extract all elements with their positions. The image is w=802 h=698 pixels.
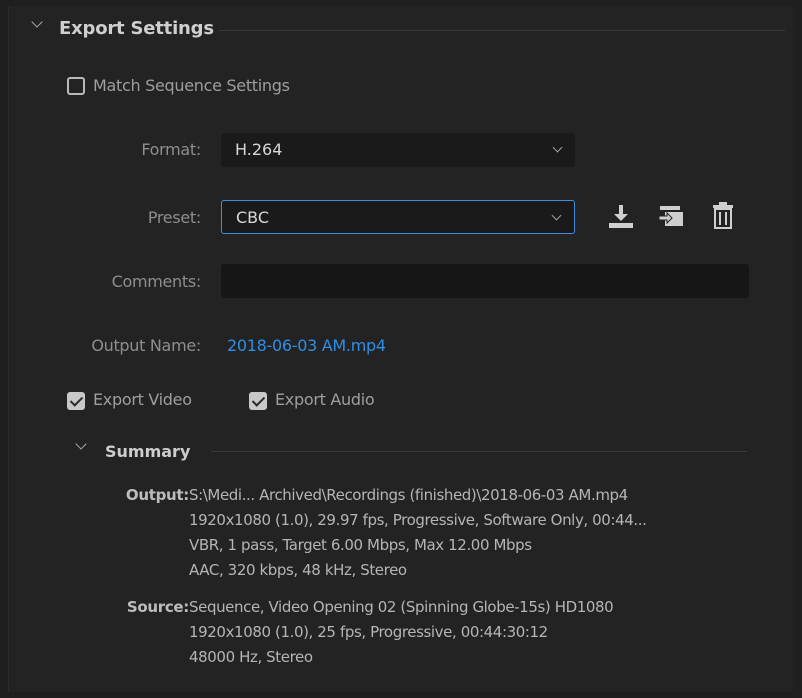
preset-value: CBC <box>236 208 270 227</box>
format-label: Format: <box>141 140 201 159</box>
summary-output-line: VBR, 1 pass, Target 6.00 Mbps, Max 12.00… <box>189 536 532 554</box>
summary-source-label: Source: <box>126 598 189 616</box>
export-audio-label[interactable]: Export Audio <box>275 390 375 409</box>
export-settings-header[interactable]: Export Settings <box>9 6 793 52</box>
chevron-down-icon <box>552 142 563 153</box>
summary-source-line: Sequence, Video Opening 02 (Spinning Glo… <box>189 598 614 616</box>
format-value: H.264 <box>235 140 283 159</box>
summary-source-line: 48000 Hz, Stereo <box>189 648 313 666</box>
summary-source-line: 1920x1080 (1.0), 25 fps, Progressive, 00… <box>189 623 548 641</box>
comments-input[interactable] <box>221 264 749 298</box>
section-title: Export Settings <box>59 18 214 39</box>
output-name-label: Output Name: <box>91 336 201 355</box>
header-divider <box>219 30 785 31</box>
import-preset-icon[interactable] <box>657 202 685 230</box>
export-video-checkbox[interactable] <box>67 392 85 410</box>
chevron-down-icon[interactable] <box>75 438 87 450</box>
summary-divider <box>211 451 747 452</box>
delete-preset-icon[interactable] <box>709 200 737 229</box>
summary-output-label: Output: <box>125 486 189 504</box>
chevron-down-icon <box>551 210 562 221</box>
preset-dropdown[interactable]: CBC <box>221 200 575 234</box>
comments-label: Comments: <box>111 272 202 291</box>
output-name-link[interactable]: 2018-06-03 AM.mp4 <box>227 336 386 355</box>
summary-output-line: AAC, 320 kbps, 48 kHz, Stereo <box>189 561 407 579</box>
match-sequence-checkbox[interactable] <box>67 77 85 95</box>
match-sequence-label[interactable]: Match Sequence Settings <box>93 76 290 95</box>
export-settings-panel: Export Settings Match Sequence Settings … <box>8 6 793 692</box>
preset-label: Preset: <box>147 208 201 227</box>
export-audio-checkbox[interactable] <box>249 392 267 410</box>
format-dropdown[interactable]: H.264 <box>221 133 575 167</box>
summary-output-line: S:\Medi... Archived\Recordings (finished… <box>189 486 628 504</box>
chevron-down-icon[interactable] <box>31 16 43 28</box>
summary-title: Summary <box>105 442 191 461</box>
summary-output-line: 1920x1080 (1.0), 29.97 fps, Progressive,… <box>189 511 647 529</box>
save-preset-icon[interactable] <box>607 202 635 230</box>
export-video-label[interactable]: Export Video <box>93 390 192 409</box>
